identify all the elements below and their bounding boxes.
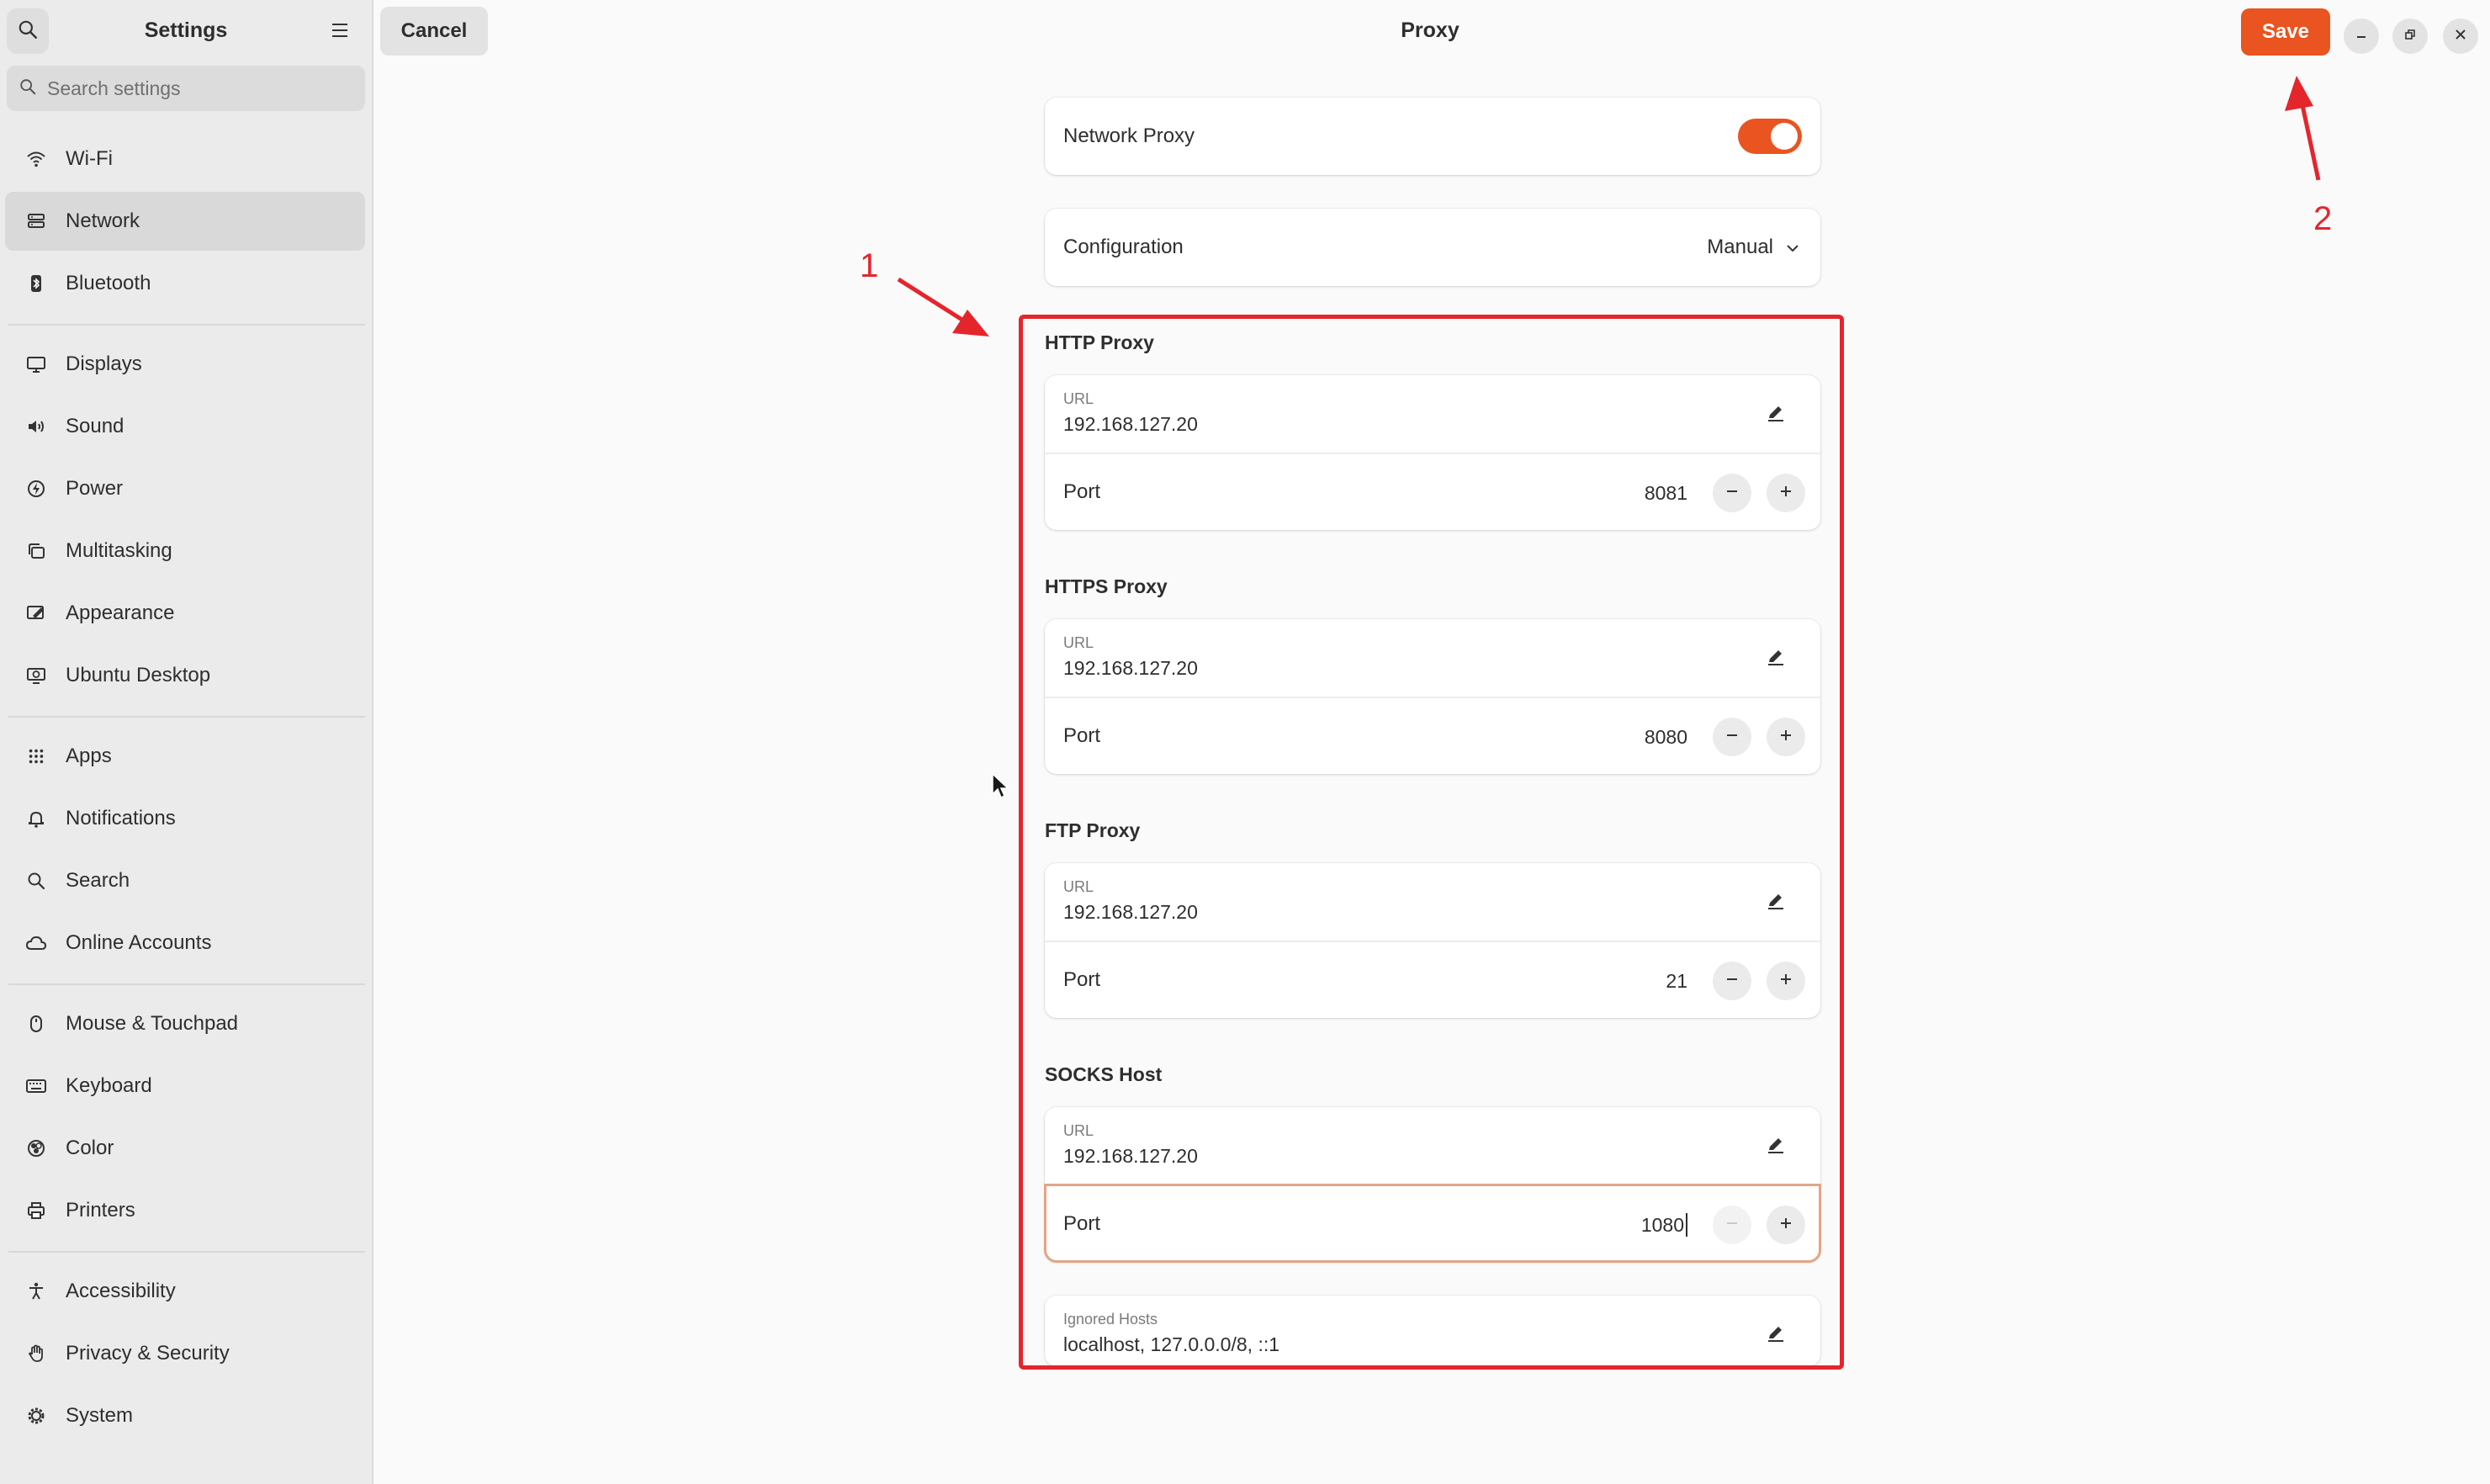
annotation-arrows [897, 76, 2321, 337]
mouse-cursor-icon [992, 772, 1009, 799]
annotation-arrow-1 [897, 277, 989, 337]
annotation-arrow-2 [2285, 76, 2321, 181]
